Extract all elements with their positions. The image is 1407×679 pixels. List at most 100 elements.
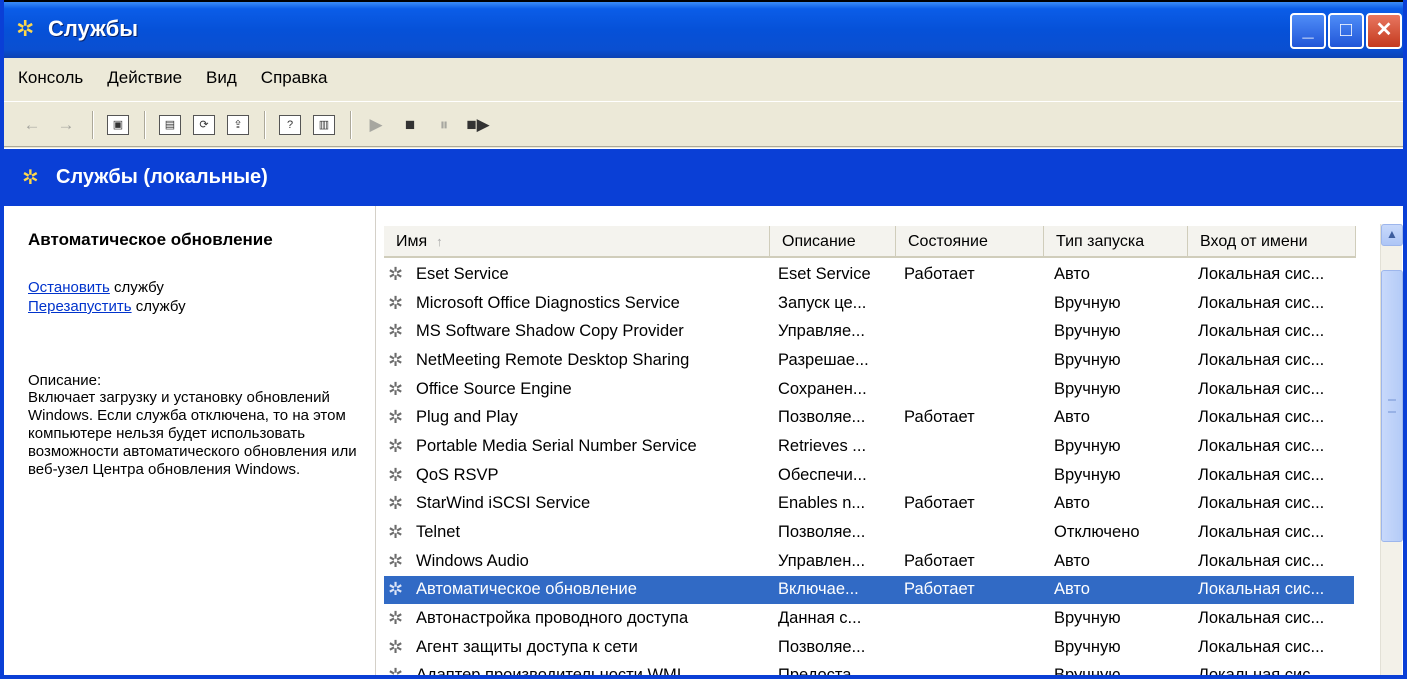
table-row[interactable]: ✲ Автонастройка проводного доступа Данная …: [384, 604, 1354, 633]
table-row[interactable]: ✲ MS Software Shadow Copy Provider Управля…: [384, 317, 1354, 346]
service-name: QoS RSVP: [416, 465, 499, 484]
table-row[interactable]: ✲ Windows Audio Управлен... Работает Авто Лок…: [384, 547, 1354, 576]
service-logon: Локальная сис...: [1198, 465, 1325, 484]
service-name-cell: ✲ MS Software Shadow Copy Provider: [384, 321, 770, 342]
service-logon: Локальная сис...: [1198, 523, 1325, 542]
menu-action[interactable]: Действие: [107, 68, 182, 101]
service-gear-icon: ✲: [388, 608, 404, 629]
service-gear-icon: ✲: [388, 292, 404, 313]
window-bottom-border: [4, 675, 1407, 679]
vertical-scrollbar[interactable]: ▲: [1380, 224, 1403, 679]
service-logon: Локальная сис...: [1198, 436, 1325, 455]
service-description-cell: Eset Service: [778, 264, 871, 283]
service-gear-icon: ✲: [388, 493, 404, 514]
service-gear-icon: ✲: [388, 522, 404, 543]
close-button[interactable]: ✕: [1366, 13, 1402, 49]
table-row[interactable]: ✲ Telnet Позволяе... Отключено Локальная сис…: [384, 518, 1354, 547]
service-startup-type: Вручную: [1054, 379, 1121, 398]
service-startup-type: Вручную: [1054, 465, 1121, 484]
menu-view[interactable]: Вид: [206, 68, 237, 101]
table-row[interactable]: ✲ Eset Service Eset Service Работает Авто Лок…: [384, 260, 1354, 289]
service-gear-icon: ✲: [388, 407, 404, 428]
service-gear-icon: ✲: [388, 464, 404, 485]
table-row[interactable]: ✲ QoS RSVP Обеспечи... Вручную Локальная сис…: [384, 461, 1354, 490]
service-description-cell: Управляе...: [778, 322, 865, 341]
scrollbar-thumb[interactable]: [1381, 270, 1403, 543]
table-row[interactable]: ✲ StarWind iSCSI Service Enables n... Работ…: [384, 490, 1354, 519]
service-name: Microsoft Office Diagnostics Service: [416, 293, 680, 312]
service-name-cell: ✲ StarWind iSCSI Service: [384, 493, 770, 514]
service-name: Автонастройка проводного доступа: [416, 609, 689, 628]
service-description-cell: Обеспечи...: [778, 465, 867, 484]
column-header-logon[interactable]: Вход от имени: [1188, 226, 1356, 258]
menu-help[interactable]: Справка: [261, 68, 328, 101]
table-row[interactable]: ✲ Portable Media Serial Number Service Ret…: [384, 432, 1354, 461]
export-list-icon[interactable]: ⇪: [224, 111, 252, 139]
stop-service-link[interactable]: Остановить: [28, 279, 110, 296]
service-logon: Локальная сис...: [1198, 551, 1325, 570]
table-row[interactable]: ✲ Plug and Play Позволяе... Работает Авто Лок…: [384, 403, 1354, 432]
column-headers: Имя ↑ Описание Состояние Тип запуска Вхо…: [384, 226, 1356, 258]
restart-service-link[interactable]: Перезапустить: [28, 298, 132, 315]
services-gears-icon: ✲: [22, 167, 39, 189]
properties-icon[interactable]: ▤: [156, 111, 184, 139]
service-name: Telnet: [416, 523, 461, 542]
menu-console[interactable]: Консоль: [18, 68, 83, 101]
table-row[interactable]: ✲ Microsoft Office Diagnostics Service Зап…: [384, 289, 1354, 318]
service-name: Windows Audio: [416, 551, 529, 570]
action-suffix: службу: [109, 279, 164, 296]
table-row[interactable]: ✲ Автоматическое обновление Включае... Рабо…: [384, 575, 1354, 605]
column-header-startup[interactable]: Тип запуска: [1044, 226, 1188, 258]
title-bar[interactable]: ✲ Службы _ □ ✕: [4, 0, 1403, 58]
back-arrow-icon[interactable]: ←: [18, 111, 46, 139]
show-hide-action-pane-icon[interactable]: ▥: [310, 111, 338, 139]
service-description-cell: Сохранен...: [778, 379, 867, 398]
service-gear-icon: ✲: [388, 435, 404, 456]
service-startup-type: Авто: [1054, 408, 1090, 427]
forward-arrow-icon[interactable]: →: [52, 111, 80, 139]
service-name: MS Software Shadow Copy Provider: [416, 322, 684, 341]
service-logon: Локальная сис...: [1198, 264, 1325, 283]
show-hide-tree-icon[interactable]: ▣: [104, 111, 132, 139]
service-startup-type: Авто: [1054, 580, 1090, 599]
help-icon[interactable]: ?: [276, 111, 304, 139]
scroll-up-arrow-icon[interactable]: ▲: [1381, 224, 1403, 246]
service-name: StarWind iSCSI Service: [416, 494, 591, 513]
service-name: Агент защиты доступа к сети: [416, 637, 638, 656]
restart-service-icon[interactable]: ■▶: [464, 111, 492, 139]
service-startup-type: Вручную: [1054, 436, 1121, 455]
table-row[interactable]: ✲ Агент защиты доступа к сети Позволяе... В…: [384, 633, 1354, 662]
pause-service-icon[interactable]: ⏸: [430, 111, 458, 139]
services-rows: ✲ Eset Service Eset Service Работает Авто Лок…: [384, 260, 1354, 679]
service-logon: Локальная сис...: [1198, 350, 1325, 369]
column-header-description[interactable]: Описание: [770, 226, 896, 258]
services-list: Имя ↑ Описание Состояние Тип запуска Вхо…: [376, 206, 1403, 679]
toolbar-separator: [350, 110, 352, 139]
service-logon: Локальная сис...: [1198, 322, 1325, 341]
service-state: Работает: [904, 551, 975, 570]
service-description-cell: Позволяе...: [778, 523, 866, 542]
column-header-name[interactable]: Имя ↑: [384, 226, 770, 258]
service-name-cell: ✲ Windows Audio: [384, 551, 770, 572]
toolbar: ← → ▣ ▤ ⟳ ⇪ ? ▥ ▶ ■ ⏸ ■▶: [4, 103, 1403, 147]
table-row[interactable]: ✲ NetMeeting Remote Desktop Sharing Разреш…: [384, 346, 1354, 375]
service-startup-type: Отключено: [1054, 523, 1140, 542]
start-service-icon[interactable]: ▶: [362, 111, 390, 139]
menu-bar: Консоль Действие Вид Справка: [4, 58, 1403, 102]
description-label: Описание:: [28, 372, 102, 389]
service-description-cell: Enables n...: [778, 494, 866, 513]
minimize-button[interactable]: _: [1290, 13, 1326, 49]
service-name: Portable Media Serial Number Service: [416, 436, 697, 455]
refresh-icon[interactable]: ⟳: [190, 111, 218, 139]
maximize-button[interactable]: □: [1328, 13, 1364, 49]
service-description-cell: Retrieves ...: [778, 436, 867, 455]
service-gear-icon: ✲: [388, 550, 404, 571]
stop-service-icon[interactable]: ■: [396, 111, 424, 139]
service-description: Включает загрузку и установку обновлений…: [28, 389, 357, 478]
service-state: Работает: [904, 408, 975, 427]
column-header-state[interactable]: Состояние: [896, 226, 1044, 258]
service-description-cell: Позволяе...: [778, 408, 866, 427]
table-row[interactable]: ✲ Office Source Engine Сохранен... Вручную Л…: [384, 375, 1354, 404]
service-description-cell: Запуск це...: [778, 293, 867, 312]
service-logon: Локальная сис...: [1198, 580, 1325, 599]
